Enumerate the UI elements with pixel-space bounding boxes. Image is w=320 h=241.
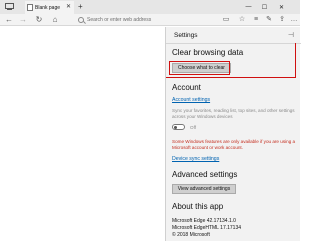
close-window-icon[interactable]: ✕	[274, 0, 289, 14]
pen-icon[interactable]: ✎	[265, 16, 273, 24]
search-icon	[78, 17, 84, 23]
browser-toolbar: ← → ↻ ⌂ Search or enter web address ▭ ☆ …	[0, 14, 300, 26]
reading-view-icon[interactable]: ▭	[222, 16, 230, 24]
about-title: About this app	[172, 202, 224, 211]
choose-button-highlight	[169, 61, 230, 75]
maximize-icon[interactable]: ☐	[257, 0, 272, 14]
tab-title: Blank page	[35, 4, 61, 11]
sync-toggle[interactable]	[172, 124, 185, 130]
account-warning-text: Some Windows features are only available…	[172, 139, 296, 150]
edgehtml-version: Microsoft EdgeHTML 17.17134	[172, 225, 242, 231]
view-advanced-settings-button[interactable]: View advanced settings	[172, 184, 236, 194]
address-bar[interactable]: Search or enter web address	[78, 16, 228, 24]
account-settings-link[interactable]: Account settings	[172, 97, 210, 103]
edge-version: Microsoft Edge 42.17134.1.0	[172, 218, 236, 224]
device-sync-settings-link[interactable]: Device sync settings	[172, 156, 219, 162]
web-page-area	[0, 27, 165, 241]
settings-header: Settings	[174, 32, 198, 39]
hub-icon[interactable]: ≡	[252, 16, 260, 24]
forward-arrow-icon[interactable]: →	[18, 15, 28, 25]
more-menu-icon[interactable]: …	[290, 16, 298, 24]
pin-icon[interactable]: ⊣	[288, 31, 294, 39]
copyright: © 2018 Microsoft	[172, 232, 210, 238]
new-tab-icon[interactable]: +	[78, 2, 83, 11]
favorites-star-icon[interactable]: ☆	[238, 16, 246, 24]
share-icon[interactable]: ⇪	[278, 16, 286, 24]
tab-preview-icon[interactable]	[4, 2, 14, 12]
toggle-knob	[174, 126, 177, 129]
sync-description: Sync your favorites, reading list, top s…	[172, 108, 295, 119]
page-icon	[27, 4, 33, 11]
home-icon[interactable]: ⌂	[50, 15, 60, 25]
minimize-icon[interactable]: —	[241, 0, 256, 14]
refresh-icon[interactable]: ↻	[34, 15, 44, 25]
back-arrow-icon[interactable]: ←	[4, 15, 14, 25]
close-tab-icon[interactable]: ✕	[66, 4, 71, 10]
address-placeholder: Search or enter web address	[87, 17, 152, 23]
advanced-settings-title: Advanced settings	[172, 170, 238, 179]
account-title: Account	[172, 83, 201, 92]
tab-blank-page[interactable]: Blank page ✕	[25, 1, 74, 14]
sync-toggle-label: Off	[190, 125, 197, 130]
